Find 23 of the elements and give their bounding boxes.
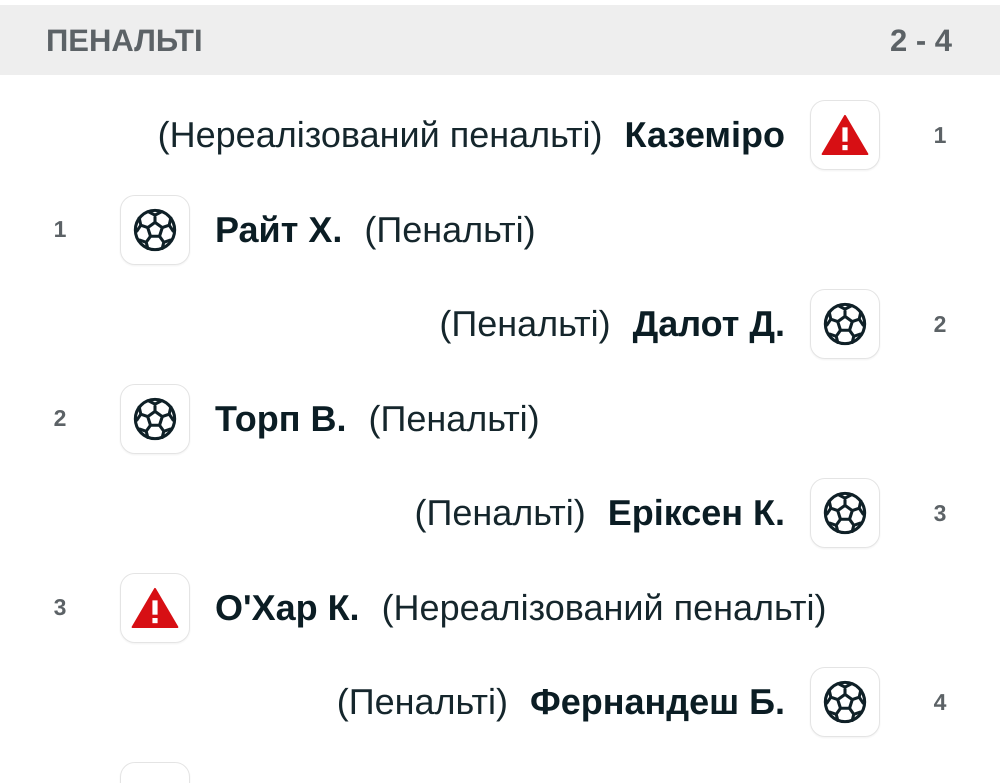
player-name: Каземіро — [624, 117, 785, 154]
penalty-note: (Нереалізований пенальті) — [158, 117, 603, 154]
score-text: 2 - 4 — [890, 24, 952, 56]
player-name: Торп В. — [215, 400, 346, 437]
penalty-note: (Пенальті) — [439, 306, 611, 342]
penalty-note: (Пенальті) — [364, 212, 536, 248]
player-name: Еріксен К. — [608, 495, 785, 532]
penalty-note: (Пенальті) — [336, 684, 508, 720]
goal-count: 2 — [52, 407, 68, 430]
player-name: Далот Д. — [632, 306, 785, 342]
player-name: Фернандеш Б. — [530, 684, 785, 720]
section-title: ПЕНАЛЬТІ — [46, 24, 203, 56]
penalty-note: (Пенальті) — [414, 495, 586, 532]
goal-count: 3 — [52, 596, 68, 620]
penalty-note: (Нереалізований пенальті) — [382, 590, 826, 626]
player-name: Райт Х. — [215, 212, 342, 248]
goal-count: 4 — [932, 690, 948, 714]
goal-count: 1 — [52, 218, 68, 242]
goal-count: 1 — [932, 124, 948, 147]
penalty-note: (Пенальті) — [368, 400, 540, 437]
goal-count: 3 — [932, 502, 948, 525]
goal-count: 2 — [932, 312, 948, 336]
player-name: О'Хар К. — [215, 590, 360, 626]
